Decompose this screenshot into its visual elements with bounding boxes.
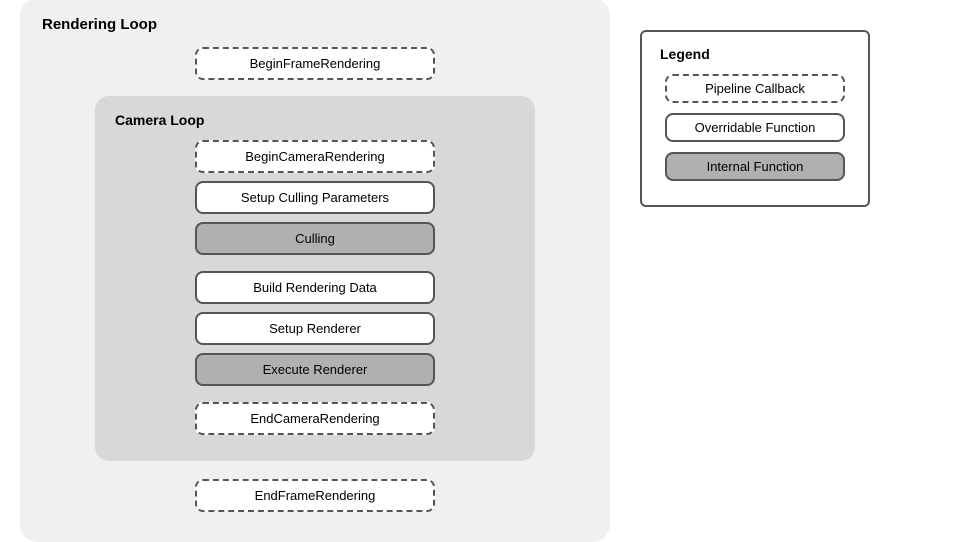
setup-renderer-node: Setup Renderer xyxy=(195,312,435,345)
culling-node: Culling xyxy=(195,222,435,255)
end-frame-row: EndFrameRendering xyxy=(42,479,588,512)
legend-pipeline-callback: Pipeline Callback xyxy=(665,74,845,103)
legend-container: Legend Pipeline Callback Overridable Fun… xyxy=(640,30,870,207)
legend-item-internal: Internal Function xyxy=(660,152,850,181)
begin-frame-row: BeginFrameRendering xyxy=(42,47,588,80)
camera-node-row-5: Execute Renderer xyxy=(115,353,515,386)
execute-renderer-node: Execute Renderer xyxy=(195,353,435,386)
begin-frame-rendering-node: BeginFrameRendering xyxy=(195,47,435,80)
begin-camera-rendering-node: BeginCameraRendering xyxy=(195,140,435,173)
build-rendering-data-node: Build Rendering Data xyxy=(195,271,435,304)
camera-loop-title: Camera Loop xyxy=(115,112,515,128)
rendering-loop-title: Rendering Loop xyxy=(42,16,588,33)
setup-culling-parameters-node: Setup Culling Parameters xyxy=(195,181,435,214)
camera-node-row-6: EndCameraRendering xyxy=(115,402,515,435)
camera-node-row-3: Build Rendering Data xyxy=(115,271,515,304)
legend-overridable-function: Overridable Function xyxy=(665,113,845,142)
rendering-loop-container: Rendering Loop BeginFrameRendering Camer… xyxy=(20,0,610,542)
end-camera-rendering-node: EndCameraRendering xyxy=(195,402,435,435)
camera-node-row-1: Setup Culling Parameters xyxy=(115,181,515,214)
legend-title: Legend xyxy=(660,46,850,62)
end-frame-rendering-node: EndFrameRendering xyxy=(195,479,435,512)
legend-item-overridable: Overridable Function xyxy=(660,113,850,142)
legend-internal-function: Internal Function xyxy=(665,152,845,181)
camera-node-row-4: Setup Renderer xyxy=(115,312,515,345)
camera-node-row-2: Culling xyxy=(115,222,515,255)
camera-node-row-0: BeginCameraRendering xyxy=(115,140,515,173)
legend-item-pipeline: Pipeline Callback xyxy=(660,74,850,103)
camera-loop-container: Camera Loop BeginCameraRendering Setup C… xyxy=(95,96,535,461)
